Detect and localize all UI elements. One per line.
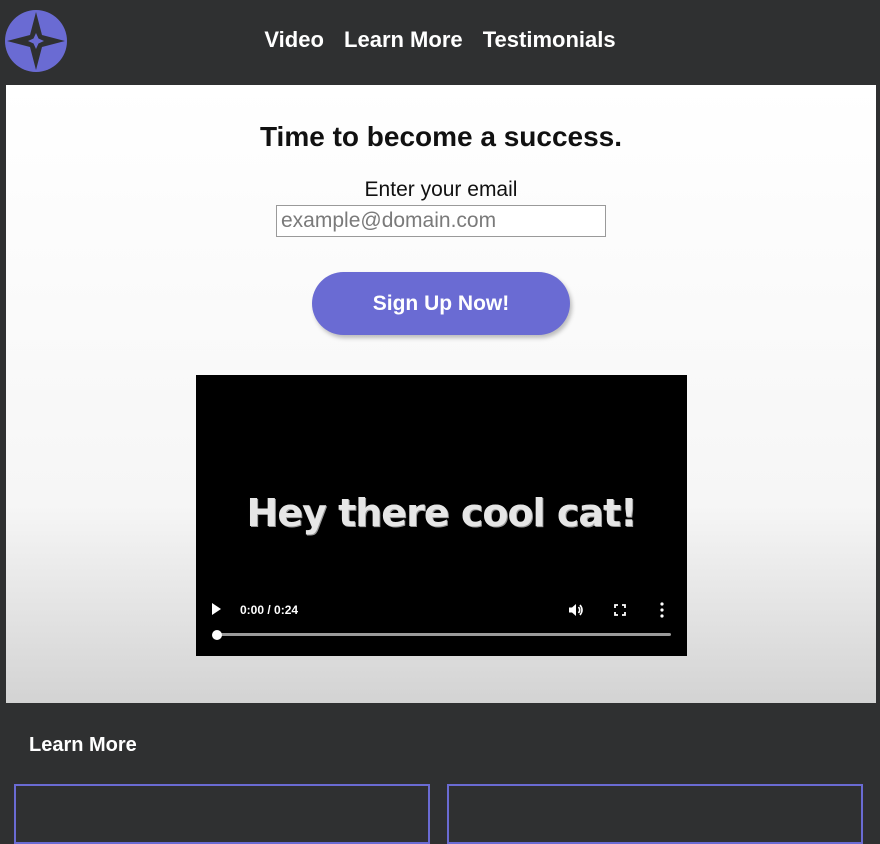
email-label: Enter your email — [364, 178, 518, 201]
video-progress-thumb[interactable] — [212, 629, 222, 640]
play-icon[interactable] — [212, 603, 221, 615]
hero-section: Time to become a success. Enter your ema… — [6, 85, 876, 703]
sign-up-button[interactable]: Sign Up Now! — [312, 272, 570, 335]
hero-headline: Time to become a success. — [259, 121, 623, 152]
learn-more-card — [447, 784, 863, 844]
learn-more-card — [14, 784, 430, 844]
top-navbar: Video Learn More Testimonials — [0, 0, 880, 84]
nav-link-video[interactable]: Video — [264, 27, 324, 52]
video-caption: Hey there cool cat! — [246, 491, 638, 535]
video-time: 0:00 / 0:24 — [240, 603, 299, 617]
volume-icon[interactable] — [568, 602, 584, 618]
learn-more-heading: Learn More — [29, 734, 137, 756]
email-input[interactable] — [276, 205, 606, 237]
nav-link-testimonials[interactable]: Testimonials — [483, 27, 616, 52]
more-vertical-icon[interactable] — [660, 602, 664, 618]
nav-links: Video Learn More Testimonials — [0, 27, 880, 53]
video-progress-bar[interactable] — [212, 629, 671, 640]
video-player[interactable]: Hey there cool cat! 0:00 / 0:24 — [196, 375, 687, 656]
nav-link-learn-more[interactable]: Learn More — [344, 27, 463, 52]
fullscreen-icon[interactable] — [614, 604, 626, 616]
